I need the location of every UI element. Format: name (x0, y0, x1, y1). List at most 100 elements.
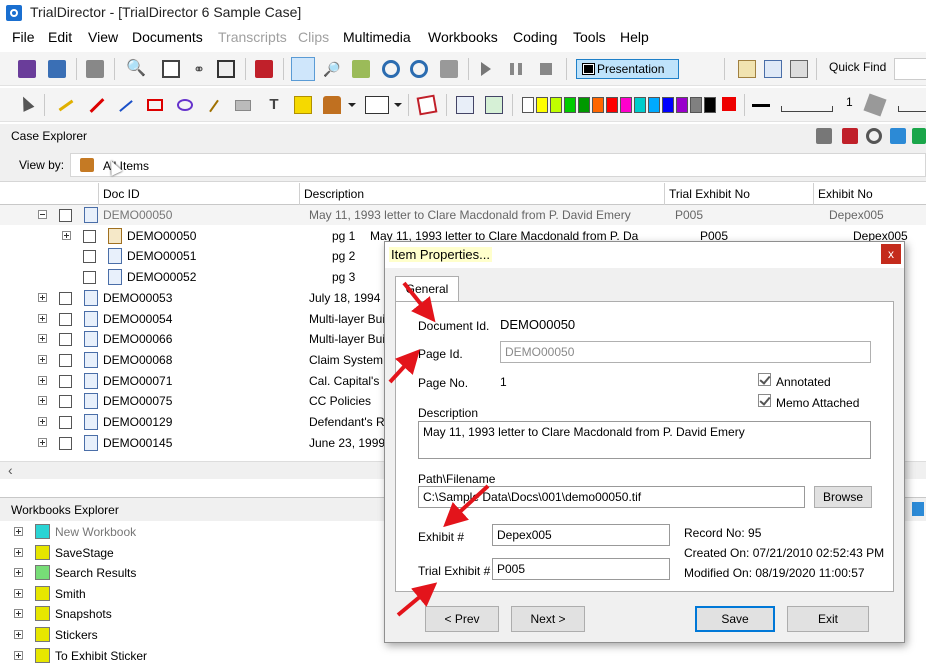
row-checkbox[interactable] (83, 250, 96, 263)
expand-toggle[interactable] (38, 293, 47, 302)
memo-attached-checkbox[interactable] (758, 394, 771, 407)
path-field[interactable]: C:\Sample Data\Docs\001\demo00050.tif (418, 486, 805, 508)
color-swatch[interactable] (536, 97, 548, 113)
column-doc-id[interactable]: Doc ID (103, 187, 140, 201)
open-case-icon[interactable] (48, 60, 66, 78)
view-page-icon[interactable] (162, 60, 180, 78)
collapse-toggle[interactable] (38, 210, 47, 219)
row-checkbox[interactable] (83, 271, 96, 284)
workbook-item[interactable]: New Workbook (0, 522, 400, 542)
opacity-slider[interactable] (898, 106, 926, 112)
page-id-field[interactable]: DEMO00050 (500, 341, 871, 363)
camera-icon[interactable] (440, 60, 458, 78)
workbook-item[interactable]: Smith (0, 584, 400, 604)
color-swatch[interactable] (634, 97, 646, 113)
presentation-button[interactable]: Presentation (576, 59, 679, 79)
pointer-tool-icon[interactable] (863, 93, 887, 117)
stop-icon[interactable] (540, 63, 552, 75)
print-list-icon[interactable] (816, 128, 832, 144)
exhibit-icon[interactable] (255, 60, 273, 78)
prev-button[interactable]: < Prev (425, 606, 499, 632)
line-width-slider[interactable] (781, 106, 833, 112)
row-checkbox[interactable] (59, 395, 72, 408)
barcode-tool-icon[interactable] (365, 96, 389, 114)
column-description[interactable]: Description (304, 187, 364, 201)
ellipse-tool-icon[interactable] (177, 99, 193, 111)
view-by-select[interactable]: All Items (70, 153, 926, 177)
active-color-swatch[interactable] (722, 97, 736, 111)
expand-toggle[interactable] (38, 314, 47, 323)
tab-general[interactable]: General (395, 276, 459, 302)
color-swatch[interactable] (690, 97, 702, 113)
rotate-left-icon[interactable] (410, 60, 428, 78)
expand-toggle[interactable] (38, 417, 47, 426)
exit-button[interactable]: Exit (787, 606, 869, 632)
capture-icon[interactable] (352, 60, 370, 78)
expand-toggle[interactable] (38, 334, 47, 343)
row-checkbox[interactable] (59, 313, 72, 326)
color-swatch[interactable] (564, 97, 576, 113)
expand-toggle[interactable] (14, 527, 23, 536)
refresh-icon[interactable] (866, 128, 882, 144)
expand-toggle[interactable] (14, 609, 23, 619)
text-tool-icon[interactable]: T (265, 96, 283, 114)
send-icon[interactable] (738, 60, 756, 78)
description-field[interactable]: May 11, 1993 letter to Clare Macdonald f… (418, 421, 871, 459)
line-tool-icon[interactable] (119, 100, 133, 112)
barcode-dropdown-icon[interactable] (394, 103, 402, 107)
expand-all-icon[interactable] (890, 128, 906, 144)
color-swatch[interactable] (578, 97, 590, 113)
row-checkbox[interactable] (59, 437, 72, 450)
redact-tool-icon[interactable] (235, 100, 251, 111)
menu-documents[interactable]: Documents (132, 29, 203, 45)
trial-exhibit-field[interactable]: P005 (492, 558, 670, 580)
pause-icon[interactable] (510, 63, 522, 75)
color-swatch[interactable] (550, 97, 562, 113)
eraser-icon[interactable] (416, 94, 438, 116)
expand-toggle[interactable] (14, 630, 23, 639)
grid-tool-icon[interactable] (456, 96, 474, 114)
new-case-icon[interactable] (18, 60, 36, 78)
stamp-icon[interactable] (323, 96, 341, 114)
freehand-tool-icon[interactable] (209, 99, 219, 113)
row-checkbox[interactable] (59, 209, 72, 222)
highlighter-icon[interactable] (58, 99, 74, 112)
menu-transcripts[interactable]: Transcripts (218, 29, 287, 45)
row-checkbox[interactable] (59, 375, 72, 388)
color-swatch[interactable] (648, 97, 660, 113)
save-button[interactable]: Save (695, 606, 775, 632)
color-swatch[interactable] (704, 97, 716, 113)
link-icon[interactable]: ⚭ (190, 60, 208, 78)
select-arrow-icon[interactable] (17, 94, 35, 112)
menu-edit[interactable]: Edit (48, 29, 72, 45)
row-checkbox[interactable] (59, 292, 72, 305)
expand-toggle[interactable] (38, 376, 47, 385)
scroll-left-icon[interactable]: ‹ (8, 462, 13, 478)
row-checkbox[interactable] (59, 333, 72, 346)
browse-button[interactable]: Browse (814, 486, 872, 508)
menu-coding[interactable]: Coding (513, 29, 557, 45)
close-icon[interactable]: x (881, 244, 901, 264)
forward-icon[interactable] (764, 60, 782, 78)
color-swatch[interactable] (620, 97, 632, 113)
menu-help[interactable]: Help (620, 29, 649, 45)
workbook-item[interactable]: Search Results (0, 563, 400, 583)
next-button[interactable]: Next > (511, 606, 585, 632)
expand-toggle[interactable] (14, 588, 23, 598)
expand-toggle[interactable] (38, 438, 47, 447)
stack-icon[interactable] (790, 60, 808, 78)
stamp-dropdown-icon[interactable] (348, 103, 356, 107)
full-screen-icon[interactable] (217, 60, 235, 78)
row-checkbox[interactable] (59, 354, 72, 367)
binoculars-icon[interactable]: 🔍 (126, 60, 146, 78)
expand-toggle[interactable] (38, 355, 47, 364)
menu-clips[interactable]: Clips (298, 29, 329, 45)
sticky-note-icon[interactable] (294, 96, 312, 114)
row-checkbox[interactable] (83, 230, 96, 243)
menu-file[interactable]: File (12, 29, 35, 45)
color-swatch[interactable] (592, 97, 604, 113)
pan-hand-icon[interactable] (291, 57, 315, 81)
expand-toggle[interactable] (38, 396, 47, 405)
red-arrow-tool-icon[interactable] (89, 98, 105, 113)
print-icon[interactable] (86, 60, 104, 78)
